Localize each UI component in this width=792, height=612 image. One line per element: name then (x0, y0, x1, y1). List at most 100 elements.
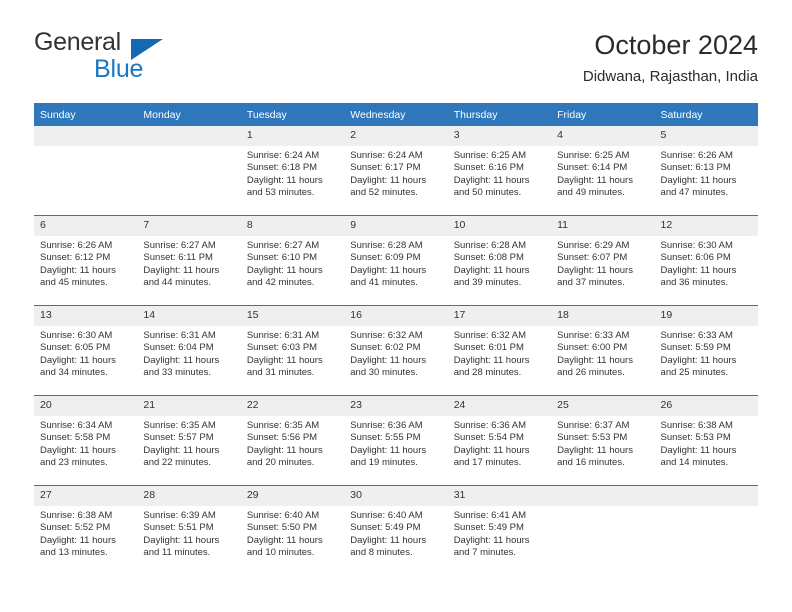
day-cell-inner: 19 Sunrise: 6:33 AM Sunset: 5:59 PM Dayligh… (654, 306, 758, 395)
logo-text-general: General (34, 28, 121, 56)
calendar-day-cell[interactable]: 19 Sunrise: 6:33 AM Sunset: 5:59 PM Dayligh… (654, 305, 758, 396)
daylight-duration-line2: and 41 minutes. (350, 277, 418, 289)
calendar-day-cell[interactable]: 16 Sunrise: 6:32 AM Sunset: 6:02 PM Dayligh… (344, 305, 448, 396)
daylight-duration-line1: Daylight: 11 hours (660, 444, 737, 456)
calendar-day-cell[interactable]: 9 Sunrise: 6:28 AM Sunset: 6:09 PM Daylight… (344, 215, 448, 306)
weekday-header-thursday: Thursday (447, 103, 552, 126)
day-number: 25 (551, 396, 655, 416)
sunset-time: Sunset: 6:05 PM (40, 342, 111, 354)
day-details: Sunrise: 6:27 AM Sunset: 6:10 PM Daylight:… (241, 236, 344, 290)
day-details: Sunrise: 6:30 AM Sunset: 6:05 PM Daylight:… (34, 326, 137, 380)
weekday-header-saturday: Saturday (654, 103, 758, 126)
daylight-duration-line2: and 44 minutes. (143, 277, 212, 289)
calendar-day-cell[interactable]: 21 Sunrise: 6:35 AM Sunset: 5:57 PM Dayligh… (137, 395, 241, 486)
day-details: Sunrise: 6:29 AM Sunset: 6:07 PM Daylight:… (551, 236, 654, 290)
calendar-day-cell[interactable]: 20 Sunrise: 6:34 AM Sunset: 5:58 PM Dayligh… (34, 395, 138, 486)
calendar-day-cell[interactable]: 2 Sunrise: 6:24 AM Sunset: 6:17 PM Daylight… (344, 126, 448, 216)
day-number: 17 (447, 306, 552, 326)
calendar-day-cell[interactable]: 18 Sunrise: 6:33 AM Sunset: 6:00 PM Dayligh… (551, 305, 655, 396)
calendar-header-row: Sunday Monday Tuesday Wednesday Thursday… (34, 103, 758, 126)
sunrise-time: Sunrise: 6:30 AM (660, 240, 733, 251)
daylight-duration-line2: and 42 minutes. (246, 277, 315, 289)
calendar-day-cell[interactable]: 3 Sunrise: 6:25 AM Sunset: 6:16 PM Daylight… (447, 126, 552, 216)
day-cell-inner: 1 Sunrise: 6:24 AM Sunset: 6:18 PM Daylight… (240, 126, 345, 215)
day-number: 31 (447, 486, 552, 506)
sunrise-time: Sunrise: 6:36 AM (453, 420, 527, 431)
daylight-duration-line2: and 10 minutes. (246, 547, 315, 559)
page-title: October 2024 (594, 30, 758, 60)
calendar-day-cell[interactable]: 26 Sunrise: 6:38 AM Sunset: 5:53 PM Dayligh… (654, 395, 758, 486)
day-details: Sunrise: 6:28 AM Sunset: 6:09 PM Daylight:… (344, 236, 447, 290)
sunset-time: Sunset: 6:03 PM (246, 342, 318, 354)
day-details: Sunrise: 6:32 AM Sunset: 6:01 PM Daylight:… (448, 326, 551, 380)
daylight-duration-line2: and 31 minutes. (246, 367, 315, 379)
calendar-day-cell[interactable]: 12 Sunrise: 6:30 AM Sunset: 6:06 PM Dayligh… (654, 215, 758, 306)
calendar-day-cell[interactable]: 27 Sunrise: 6:38 AM Sunset: 5:52 PM Dayligh… (34, 485, 138, 575)
day-number: 13 (34, 306, 138, 326)
sunset-time: Sunset: 6:04 PM (143, 342, 214, 354)
calendar-day-cell[interactable]: 7 Sunrise: 6:27 AM Sunset: 6:11 PM Daylight… (137, 215, 241, 306)
calendar-day-cell[interactable]: 22 Sunrise: 6:35 AM Sunset: 5:56 PM Dayligh… (240, 395, 345, 486)
daylight-duration-line1: Daylight: 11 hours (350, 444, 427, 456)
calendar-day-cell[interactable]: 24 Sunrise: 6:36 AM Sunset: 5:54 PM Dayligh… (447, 395, 552, 486)
day-number: 15 (240, 306, 345, 326)
calendar-day-cell[interactable]: 31 Sunrise: 6:41 AM Sunset: 5:49 PM Dayligh… (447, 485, 552, 575)
calendar-day-cell[interactable]: 23 Sunrise: 6:36 AM Sunset: 5:55 PM Dayligh… (344, 395, 448, 486)
sunrise-time: Sunrise: 6:28 AM (453, 240, 527, 251)
day-number: 29 (240, 486, 345, 506)
day-cell-inner: 29 Sunrise: 6:40 AM Sunset: 5:50 PM Dayligh… (240, 486, 345, 575)
day-number: 20 (34, 396, 138, 416)
calendar-day-cell[interactable]: 15 Sunrise: 6:31 AM Sunset: 6:03 PM Dayligh… (240, 305, 345, 396)
day-number: 11 (551, 216, 655, 236)
calendar-day-cell[interactable]: 13 Sunrise: 6:30 AM Sunset: 6:05 PM Dayligh… (34, 305, 138, 396)
daylight-duration-line1: Daylight: 11 hours (557, 174, 633, 186)
calendar-day-cell[interactable]: 10 Sunrise: 6:28 AM Sunset: 6:08 PM Dayligh… (447, 215, 552, 306)
calendar-day-cell[interactable]: 5 Sunrise: 6:26 AM Sunset: 6:13 PM Daylight… (654, 126, 758, 216)
calendar-day-cell[interactable]: 1 Sunrise: 6:24 AM Sunset: 6:18 PM Daylight… (240, 126, 345, 216)
sunrise-time: Sunrise: 6:37 AM (557, 420, 630, 431)
calendar-day-cell[interactable]: 11 Sunrise: 6:29 AM Sunset: 6:07 PM Dayligh… (551, 215, 655, 306)
sunset-time: Sunset: 6:13 PM (660, 162, 731, 174)
daylight-duration-line1: Daylight: 11 hours (143, 534, 220, 546)
calendar-day-cell[interactable]: 25 Sunrise: 6:37 AM Sunset: 5:53 PM Dayligh… (551, 395, 655, 486)
day-cell-inner: 5 Sunrise: 6:26 AM Sunset: 6:13 PM Daylight… (654, 126, 758, 215)
day-number: 4 (551, 126, 655, 146)
logo-text-blue: Blue (94, 55, 144, 83)
calendar-day-cell[interactable]: 14 Sunrise: 6:31 AM Sunset: 6:04 PM Dayligh… (137, 305, 241, 396)
daylight-duration-line1: Daylight: 11 hours (453, 444, 530, 456)
daylight-duration-line2: and 13 minutes. (40, 547, 108, 559)
sunrise-time: Sunrise: 6:27 AM (143, 240, 216, 251)
sunset-time: Sunset: 6:17 PM (350, 162, 421, 174)
day-cell-inner: 6 Sunrise: 6:26 AM Sunset: 6:12 PM Daylight… (34, 216, 138, 305)
calendar-day-cell[interactable]: 4 Sunrise: 6:25 AM Sunset: 6:14 PM Daylight… (551, 126, 655, 216)
calendar-day-cell[interactable]: 28 Sunrise: 6:39 AM Sunset: 5:51 PM Dayligh… (137, 485, 241, 575)
day-cell-inner: 4 Sunrise: 6:25 AM Sunset: 6:14 PM Daylight… (551, 126, 655, 215)
day-number: 23 (344, 396, 448, 416)
sunrise-time: Sunrise: 6:36 AM (350, 420, 423, 431)
location-subtitle: Didwana, Rajasthan, India (582, 68, 758, 85)
calendar-page: General Blue October 2024 Didwana, Rajas… (0, 0, 792, 612)
calendar-day-cell[interactable]: 17 Sunrise: 6:32 AM Sunset: 6:01 PM Dayligh… (447, 305, 552, 396)
calendar-day-cell[interactable]: 8 Sunrise: 6:27 AM Sunset: 6:10 PM Daylight… (240, 215, 345, 306)
sunset-time: Sunset: 5:57 PM (143, 432, 214, 444)
calendar-day-cell[interactable]: 30 Sunrise: 6:40 AM Sunset: 5:49 PM Dayligh… (344, 485, 448, 575)
daylight-duration-line2: and 22 minutes. (143, 457, 212, 469)
daylight-duration-line2: and 47 minutes. (660, 187, 729, 199)
day-details: Sunrise: 6:32 AM Sunset: 6:02 PM Daylight:… (344, 326, 447, 380)
calendar-day-cell[interactable]: 6 Sunrise: 6:26 AM Sunset: 6:12 PM Daylight… (34, 215, 138, 306)
daylight-duration-line1: Daylight: 11 hours (40, 444, 116, 456)
general-blue-logo[interactable]: General Blue (34, 28, 224, 86)
weekday-header-sunday: Sunday (34, 103, 138, 126)
daylight-duration-line1: Daylight: 11 hours (453, 534, 530, 546)
day-cell-inner: 28 Sunrise: 6:39 AM Sunset: 5:51 PM Dayligh… (137, 486, 241, 575)
day-number: 26 (654, 396, 758, 416)
daylight-duration-line2: and 49 minutes. (557, 187, 625, 199)
calendar-day-cell[interactable]: 29 Sunrise: 6:40 AM Sunset: 5:50 PM Dayligh… (240, 485, 345, 575)
day-details: Sunrise: 6:24 AM Sunset: 6:17 PM Daylight:… (344, 146, 447, 200)
sunrise-time: Sunrise: 6:40 AM (350, 510, 423, 521)
day-cell-inner: 10 Sunrise: 6:28 AM Sunset: 6:08 PM Dayligh… (447, 216, 552, 305)
day-cell-inner: 12 Sunrise: 6:30 AM Sunset: 6:06 PM Dayligh… (654, 216, 758, 305)
day-details: Sunrise: 6:37 AM Sunset: 5:53 PM Daylight:… (551, 416, 654, 470)
day-details: Sunrise: 6:40 AM Sunset: 5:50 PM Daylight:… (241, 506, 344, 560)
day-number (34, 126, 138, 146)
